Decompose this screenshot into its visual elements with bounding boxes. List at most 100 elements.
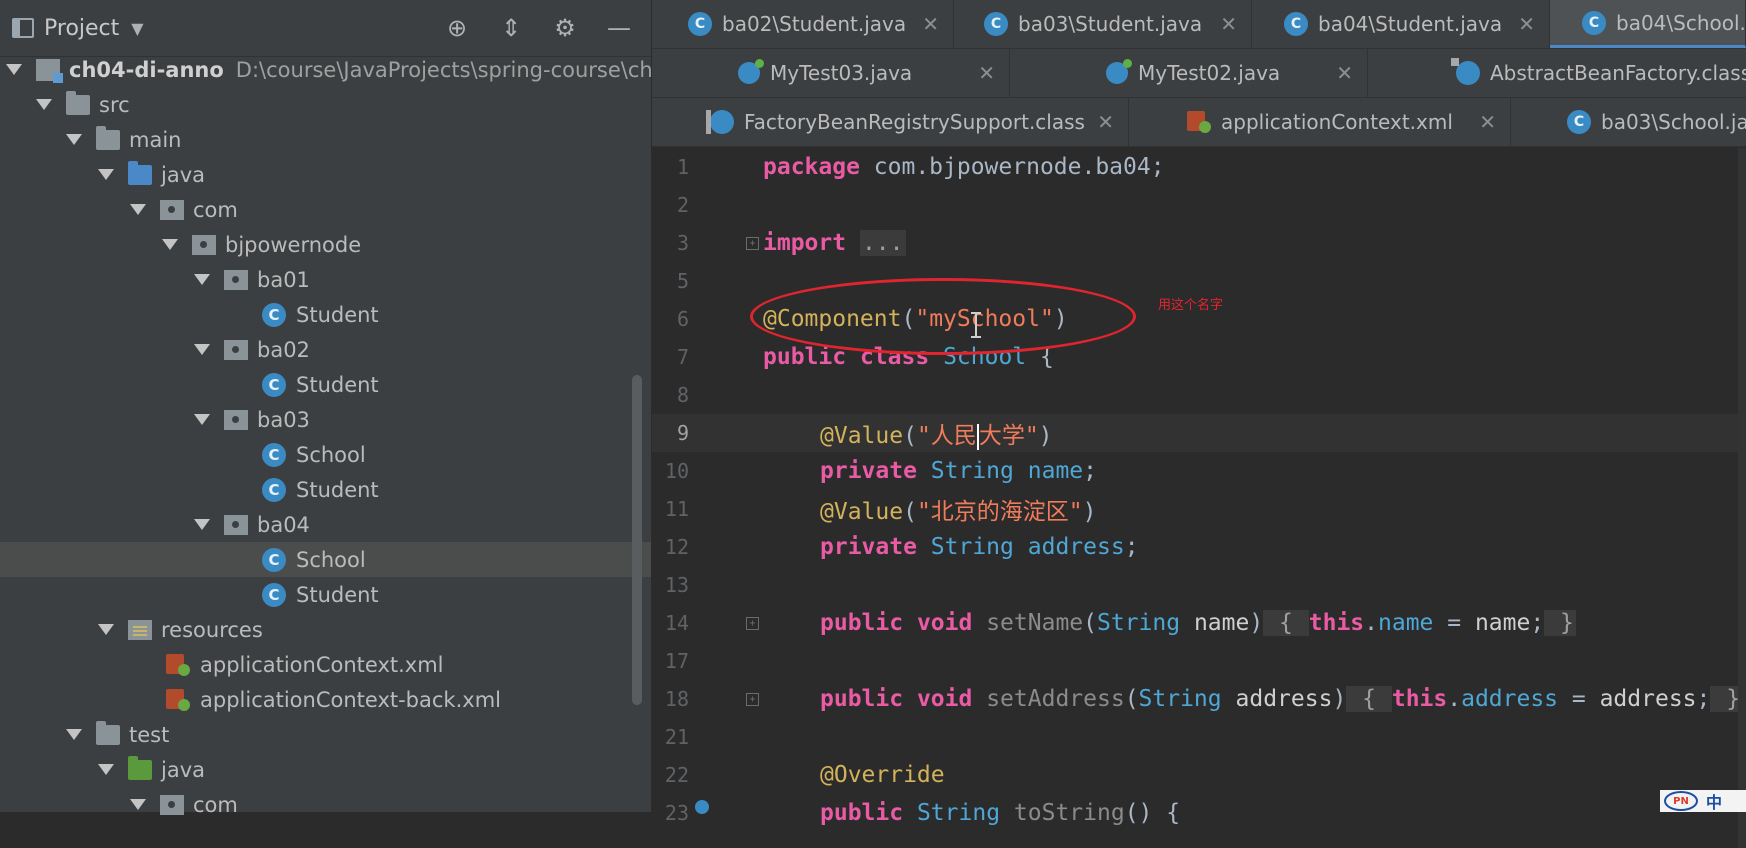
- class-icon: C: [262, 442, 286, 467]
- tree-item-ba02-student[interactable]: C Student: [0, 367, 651, 402]
- code-editor[interactable]: 1 package com.bjpowernode.ba04; 2 3 + im…: [652, 148, 1746, 826]
- folder-icon: [66, 90, 90, 115]
- tree-item-ba03-student[interactable]: C Student: [0, 472, 651, 507]
- expand-arrow-icon[interactable]: [194, 414, 210, 425]
- expand-arrow-icon[interactable]: [98, 764, 114, 775]
- folded-imports[interactable]: ...: [859, 230, 906, 256]
- class-icon: C: [984, 12, 1008, 36]
- tree-item-test-java[interactable]: java: [0, 752, 651, 787]
- tree-item-label: com: [193, 197, 238, 222]
- tree-item-label: ba02: [257, 337, 310, 362]
- editor-area: C ba02\Student.java ✕ C ba03\Student.jav…: [652, 0, 1746, 848]
- gear-icon[interactable]: ⚙: [551, 14, 579, 42]
- project-tree-scrollbar[interactable]: [632, 375, 642, 705]
- tab-ba04-school[interactable]: C ba04\School.j: [1550, 0, 1746, 48]
- tree-item-application-context-back[interactable]: applicationContext-back.xml: [0, 682, 651, 717]
- spring-xml-icon: [166, 688, 190, 711]
- highlight-ellipse: [750, 278, 1136, 355]
- code-line: 23 public String toString() {: [652, 794, 1746, 832]
- expand-arrow-icon[interactable]: [66, 134, 82, 145]
- tree-item-ba01-student[interactable]: C Student: [0, 297, 651, 332]
- close-icon[interactable]: ✕: [1097, 110, 1114, 134]
- tab-ba03-student[interactable]: C ba03\Student.java ✕: [954, 0, 1252, 48]
- tab-label: ba04\Student.java: [1318, 12, 1503, 36]
- tree-item-application-context[interactable]: applicationContext.xml: [0, 647, 651, 682]
- tree-item-bjpowernode[interactable]: bjpowernode: [0, 227, 651, 262]
- tree-item-module[interactable]: ch04-di-anno D:\course\JavaProjects\spri…: [0, 52, 714, 87]
- annotation-note: 用这个名字: [1158, 298, 1224, 313]
- close-icon[interactable]: ✕: [1220, 12, 1237, 36]
- tab-application-context-xml[interactable]: applicationContext.xml ✕: [1129, 98, 1511, 146]
- test-class-icon: [738, 59, 764, 84]
- fold-expand-icon[interactable]: +: [746, 616, 759, 630]
- line-number: 10: [664, 459, 689, 483]
- tab-factory-bean-registry-support[interactable]: FactoryBeanRegistrySupport.class ✕: [652, 98, 1129, 146]
- line-number: 21: [664, 725, 689, 749]
- fold-expand-icon[interactable]: +: [746, 236, 759, 250]
- tree-item-label: java: [161, 757, 205, 782]
- tree-item-resources[interactable]: resources: [0, 612, 651, 647]
- test-class-icon: [1106, 59, 1132, 84]
- fold-expand-icon[interactable]: +: [746, 692, 759, 706]
- tree-item-ba04[interactable]: ba04: [0, 507, 651, 542]
- expand-arrow-icon[interactable]: [194, 519, 210, 530]
- tree-item-ba01[interactable]: ba01: [0, 262, 651, 297]
- module-path: D:\course\JavaProjects\spring-course\ch0…: [235, 57, 714, 82]
- hide-panel-icon[interactable]: —: [605, 14, 633, 42]
- tab-ba04-student[interactable]: C ba04\Student.java ✕: [1252, 0, 1550, 48]
- expand-arrow-icon[interactable]: [98, 169, 114, 180]
- editor-scrollbar[interactable]: [1738, 148, 1746, 848]
- expand-arrow-icon[interactable]: [98, 624, 114, 635]
- line-number: 22: [664, 763, 689, 787]
- tab-abstract-bean-factory[interactable]: AbstractBeanFactory.class: [1368, 49, 1746, 97]
- expand-arrow-icon[interactable]: [130, 204, 146, 215]
- expand-arrow-icon[interactable]: [66, 729, 82, 740]
- tree-item-test-com[interactable]: com: [0, 787, 651, 822]
- locate-file-icon[interactable]: ⊕: [443, 14, 471, 42]
- tab-label: MyTest03.java: [770, 61, 913, 85]
- close-icon[interactable]: ✕: [922, 12, 939, 36]
- expand-arrow-icon[interactable]: [36, 99, 52, 110]
- close-icon[interactable]: ✕: [1479, 110, 1496, 134]
- code-text: @Override: [820, 762, 945, 788]
- close-icon[interactable]: ✕: [1518, 12, 1535, 36]
- collapse-all-icon[interactable]: ⇕: [497, 14, 525, 42]
- expand-arrow-icon[interactable]: [194, 344, 210, 355]
- expand-arrow-icon[interactable]: [130, 799, 146, 810]
- ime-indicator[interactable]: PN 中: [1660, 790, 1746, 812]
- line-number: 14: [664, 611, 689, 635]
- editor-tab-row: C ba02\Student.java ✕ C ba03\Student.jav…: [652, 0, 1746, 49]
- class-icon: C: [262, 547, 286, 572]
- tree-item-java[interactable]: java: [0, 157, 651, 192]
- code-line: 14 + public void setName(String name) { …: [652, 604, 1746, 642]
- close-icon[interactable]: ✕: [978, 61, 995, 85]
- code-line: 10 private String name;: [652, 452, 1746, 490]
- tree-item-label: ba03: [257, 407, 310, 432]
- chevron-down-icon[interactable]: ▼: [131, 19, 143, 38]
- expand-arrow-icon[interactable]: [6, 64, 22, 75]
- expand-arrow-icon[interactable]: [194, 274, 210, 285]
- tab-mytest03[interactable]: MyTest03.java ✕: [652, 49, 1010, 97]
- tree-item-label: ch04-di-anno: [69, 57, 224, 82]
- tree-item-test[interactable]: test: [0, 717, 651, 752]
- tab-ba03-school[interactable]: C ba03\School.jav: [1511, 98, 1746, 146]
- line-number: 7: [676, 345, 689, 369]
- expand-arrow-icon[interactable]: [162, 239, 178, 250]
- tree-item-src[interactable]: src: [0, 87, 651, 122]
- tree-item-ba03-school[interactable]: C School: [0, 437, 651, 472]
- package-icon: [224, 409, 248, 430]
- tree-item-ba02[interactable]: ba02: [0, 332, 651, 367]
- line-number: 18: [664, 687, 689, 711]
- tree-item-ba04-school[interactable]: C School: [0, 542, 651, 577]
- tree-item-main[interactable]: main: [0, 122, 651, 157]
- tree-item-ba04-student[interactable]: C Student: [0, 577, 651, 612]
- tab-ba02-student[interactable]: C ba02\Student.java ✕: [652, 0, 954, 48]
- class-file-icon: [1451, 58, 1480, 85]
- ime-logo-icon: PN: [1664, 791, 1698, 811]
- tree-item-com[interactable]: com: [0, 192, 651, 227]
- close-icon[interactable]: ✕: [1336, 61, 1353, 85]
- tab-mytest02[interactable]: MyTest02.java ✕: [1010, 49, 1368, 97]
- tree-item-ba03[interactable]: ba03: [0, 402, 651, 437]
- project-panel-title[interactable]: Project: [44, 16, 119, 41]
- tree-item-label: ba01: [257, 267, 310, 292]
